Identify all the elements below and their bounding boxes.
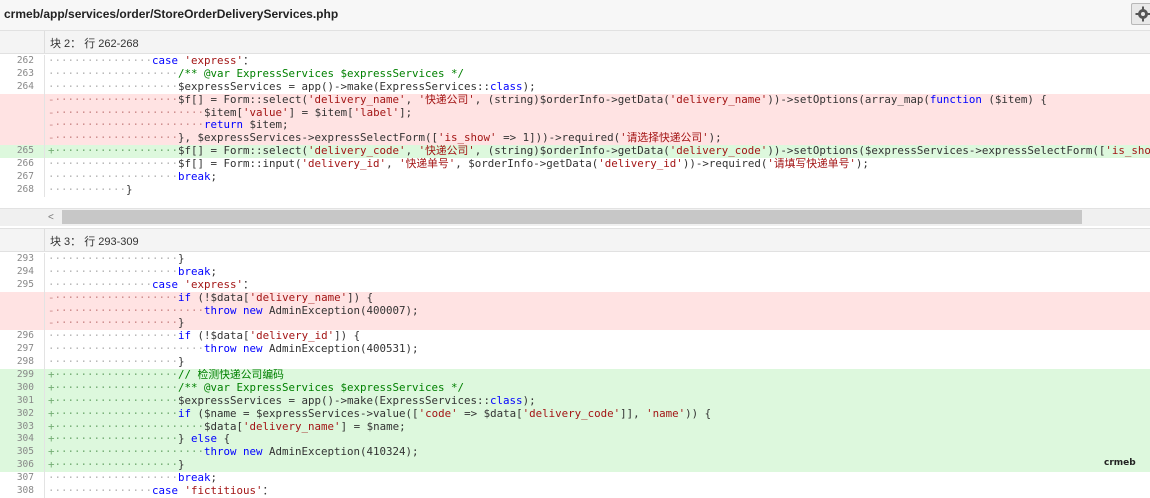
diff-line-added: 301 +···················$expressServices …	[0, 394, 1150, 408]
code-text: +···················/** @var ExpressServ…	[48, 381, 465, 394]
code-text: ················case 'express'：	[48, 278, 254, 291]
diff-line: 264 ····················$expressServices …	[0, 80, 1150, 94]
line-number: 303	[16, 420, 34, 432]
diff-line-removed: -···················$f[] = Form::select(…	[0, 93, 1150, 107]
code-text: -···················}	[48, 317, 185, 330]
diff-line-removed: -·······················$item['value'] =…	[0, 106, 1150, 120]
diff-line: 297 ························throw new Adm…	[0, 343, 1150, 357]
code-text: +···················}	[48, 459, 185, 472]
line-number: 301	[16, 394, 34, 406]
code-text: +···················$f[] = Form::select(…	[48, 145, 1150, 158]
code-text: ················case 'express'：	[48, 55, 254, 67]
gear-icon	[1135, 6, 1150, 22]
code-text: ····················break;	[48, 472, 218, 485]
line-number: 302	[16, 407, 34, 419]
diff-line: 263 ····················/** @var ExpressS…	[0, 67, 1150, 81]
line-number: 293	[16, 253, 34, 264]
line-number: 306	[16, 459, 34, 471]
diff-line: 308 ················case 'fictitious'：	[0, 485, 1150, 498]
code-text: +···················} else {	[48, 433, 231, 446]
diff-line-removed: -···················if (!$data['delivery…	[0, 291, 1150, 305]
diff-line-removed: -···················}, $expressServices-…	[0, 132, 1150, 146]
line-number: 299	[16, 369, 34, 381]
code-text: ····················break;	[48, 171, 218, 184]
code-text: +·······················throw new AdminE…	[48, 446, 419, 459]
code-text: ····················/** @var ExpressServ…	[48, 67, 465, 80]
code-text: -···················$f[] = Form::select(…	[48, 93, 1047, 106]
file-path: crmeb/app/services/order/StoreOrderDeliv…	[4, 7, 339, 21]
diff-line: 266 ····················$f[] = Form::inpu…	[0, 158, 1150, 172]
diff-block: 262 ················case 'express'： 263 ···…	[0, 55, 1150, 197]
scrollbar-thumb[interactable]	[62, 210, 1082, 224]
diff-line: 293 ····················}	[0, 253, 1150, 266]
diff-line: 298 ····················}	[0, 356, 1150, 370]
settings-button[interactable]	[1131, 3, 1150, 25]
line-number: 263	[16, 67, 34, 79]
line-number: 305	[16, 446, 34, 458]
line-number: 295	[16, 278, 34, 290]
diff-line-removed: -·······················return $item;	[0, 119, 1150, 133]
code-text: +·······················$data['delivery_…	[48, 420, 406, 433]
diff-line: 307 ····················break;	[0, 472, 1150, 486]
line-number: 307	[16, 472, 34, 484]
block-title: 块 2： 行 262-268	[0, 30, 1150, 54]
line-number: 267	[16, 171, 34, 183]
diff-line: 296 ····················if (!$data['deliv…	[0, 330, 1150, 344]
code-text: ····················$f[] = Form::input('…	[48, 158, 869, 171]
line-number: 298	[16, 356, 34, 368]
line-number: 297	[16, 343, 34, 355]
block-title-label: 块 2： 行 262-268	[50, 38, 139, 50]
code-text: ············}	[48, 183, 133, 196]
diff-line: 267 ····················break;	[0, 171, 1150, 184]
code-text: -···················if (!$data['delivery…	[48, 291, 374, 304]
line-number: 296	[16, 330, 34, 342]
code-text: -···················}, $expressServices-…	[48, 132, 722, 145]
diff-line-added: 303 +·······················$data['delive…	[0, 420, 1150, 434]
line-number: 264	[16, 80, 34, 92]
diff-line: 268 ············}	[0, 183, 1150, 197]
line-number: 265	[16, 145, 34, 157]
line-number: 266	[16, 158, 34, 170]
code-text: ····················$expressServices = a…	[48, 80, 536, 93]
line-number: 304	[16, 433, 34, 445]
diff-line: 262 ················case 'express'：	[0, 55, 1150, 68]
code-text: -·······················$item['value'] =…	[48, 106, 413, 119]
code-text: ····················}	[48, 253, 185, 265]
block-title: 块 3： 行 293-309	[0, 228, 1150, 252]
diff-line-added: 304 +···················} else {	[0, 433, 1150, 447]
code-text: -·······················throw new AdminE…	[48, 304, 419, 317]
diff-block: 293 ····················} 294 ·············…	[0, 253, 1150, 498]
diff-line-added: 299 +···················// 检测快递公司编码	[0, 369, 1150, 382]
diff-line-added: 265 +···················$f[] = Form::sele…	[0, 145, 1150, 159]
code-text: +···················$expressServices = a…	[48, 394, 536, 407]
line-number: 308	[16, 485, 34, 497]
diff-line-removed: -···················}	[0, 317, 1150, 331]
diff-line: 295 ················case 'express'：	[0, 278, 1150, 292]
file-header: crmeb/app/services/order/StoreOrderDeliv…	[0, 0, 1150, 31]
line-number: 268	[16, 183, 34, 195]
diff-line: 294 ····················break;	[0, 265, 1150, 279]
scroll-left-icon[interactable]: <	[48, 212, 54, 223]
code-text: ························throw new AdminE…	[48, 343, 419, 356]
code-text: ····················if (!$data['delivery…	[48, 330, 361, 343]
code-text: -·······················return $item;	[48, 119, 289, 132]
line-number: 294	[16, 265, 34, 277]
diff-line-added: 300 +···················/** @var ExpressS…	[0, 381, 1150, 395]
block-title-label: 块 3： 行 293-309	[50, 236, 139, 248]
code-text: ····················}	[48, 356, 185, 369]
code-text: +···················// 检测快递公司编码	[48, 369, 284, 382]
line-number: 262	[16, 55, 34, 66]
diff-line-removed: -·······················throw new AdminE…	[0, 304, 1150, 318]
crmeb-logo: crmeb	[1104, 458, 1136, 468]
diff-line-added: 302 +···················if ($name = $expr…	[0, 407, 1150, 421]
diff-line-added: 306 +···················}	[0, 459, 1150, 473]
code-text: ················case 'fictitious'：	[48, 485, 274, 498]
line-number: 300	[16, 381, 34, 393]
horizontal-scrollbar[interactable]: <	[0, 208, 1150, 226]
code-text: +···················if ($name = $express…	[48, 407, 712, 420]
diff-line-added: 305 +·······················throw new Adm…	[0, 446, 1150, 460]
code-text: ····················break;	[48, 265, 218, 278]
